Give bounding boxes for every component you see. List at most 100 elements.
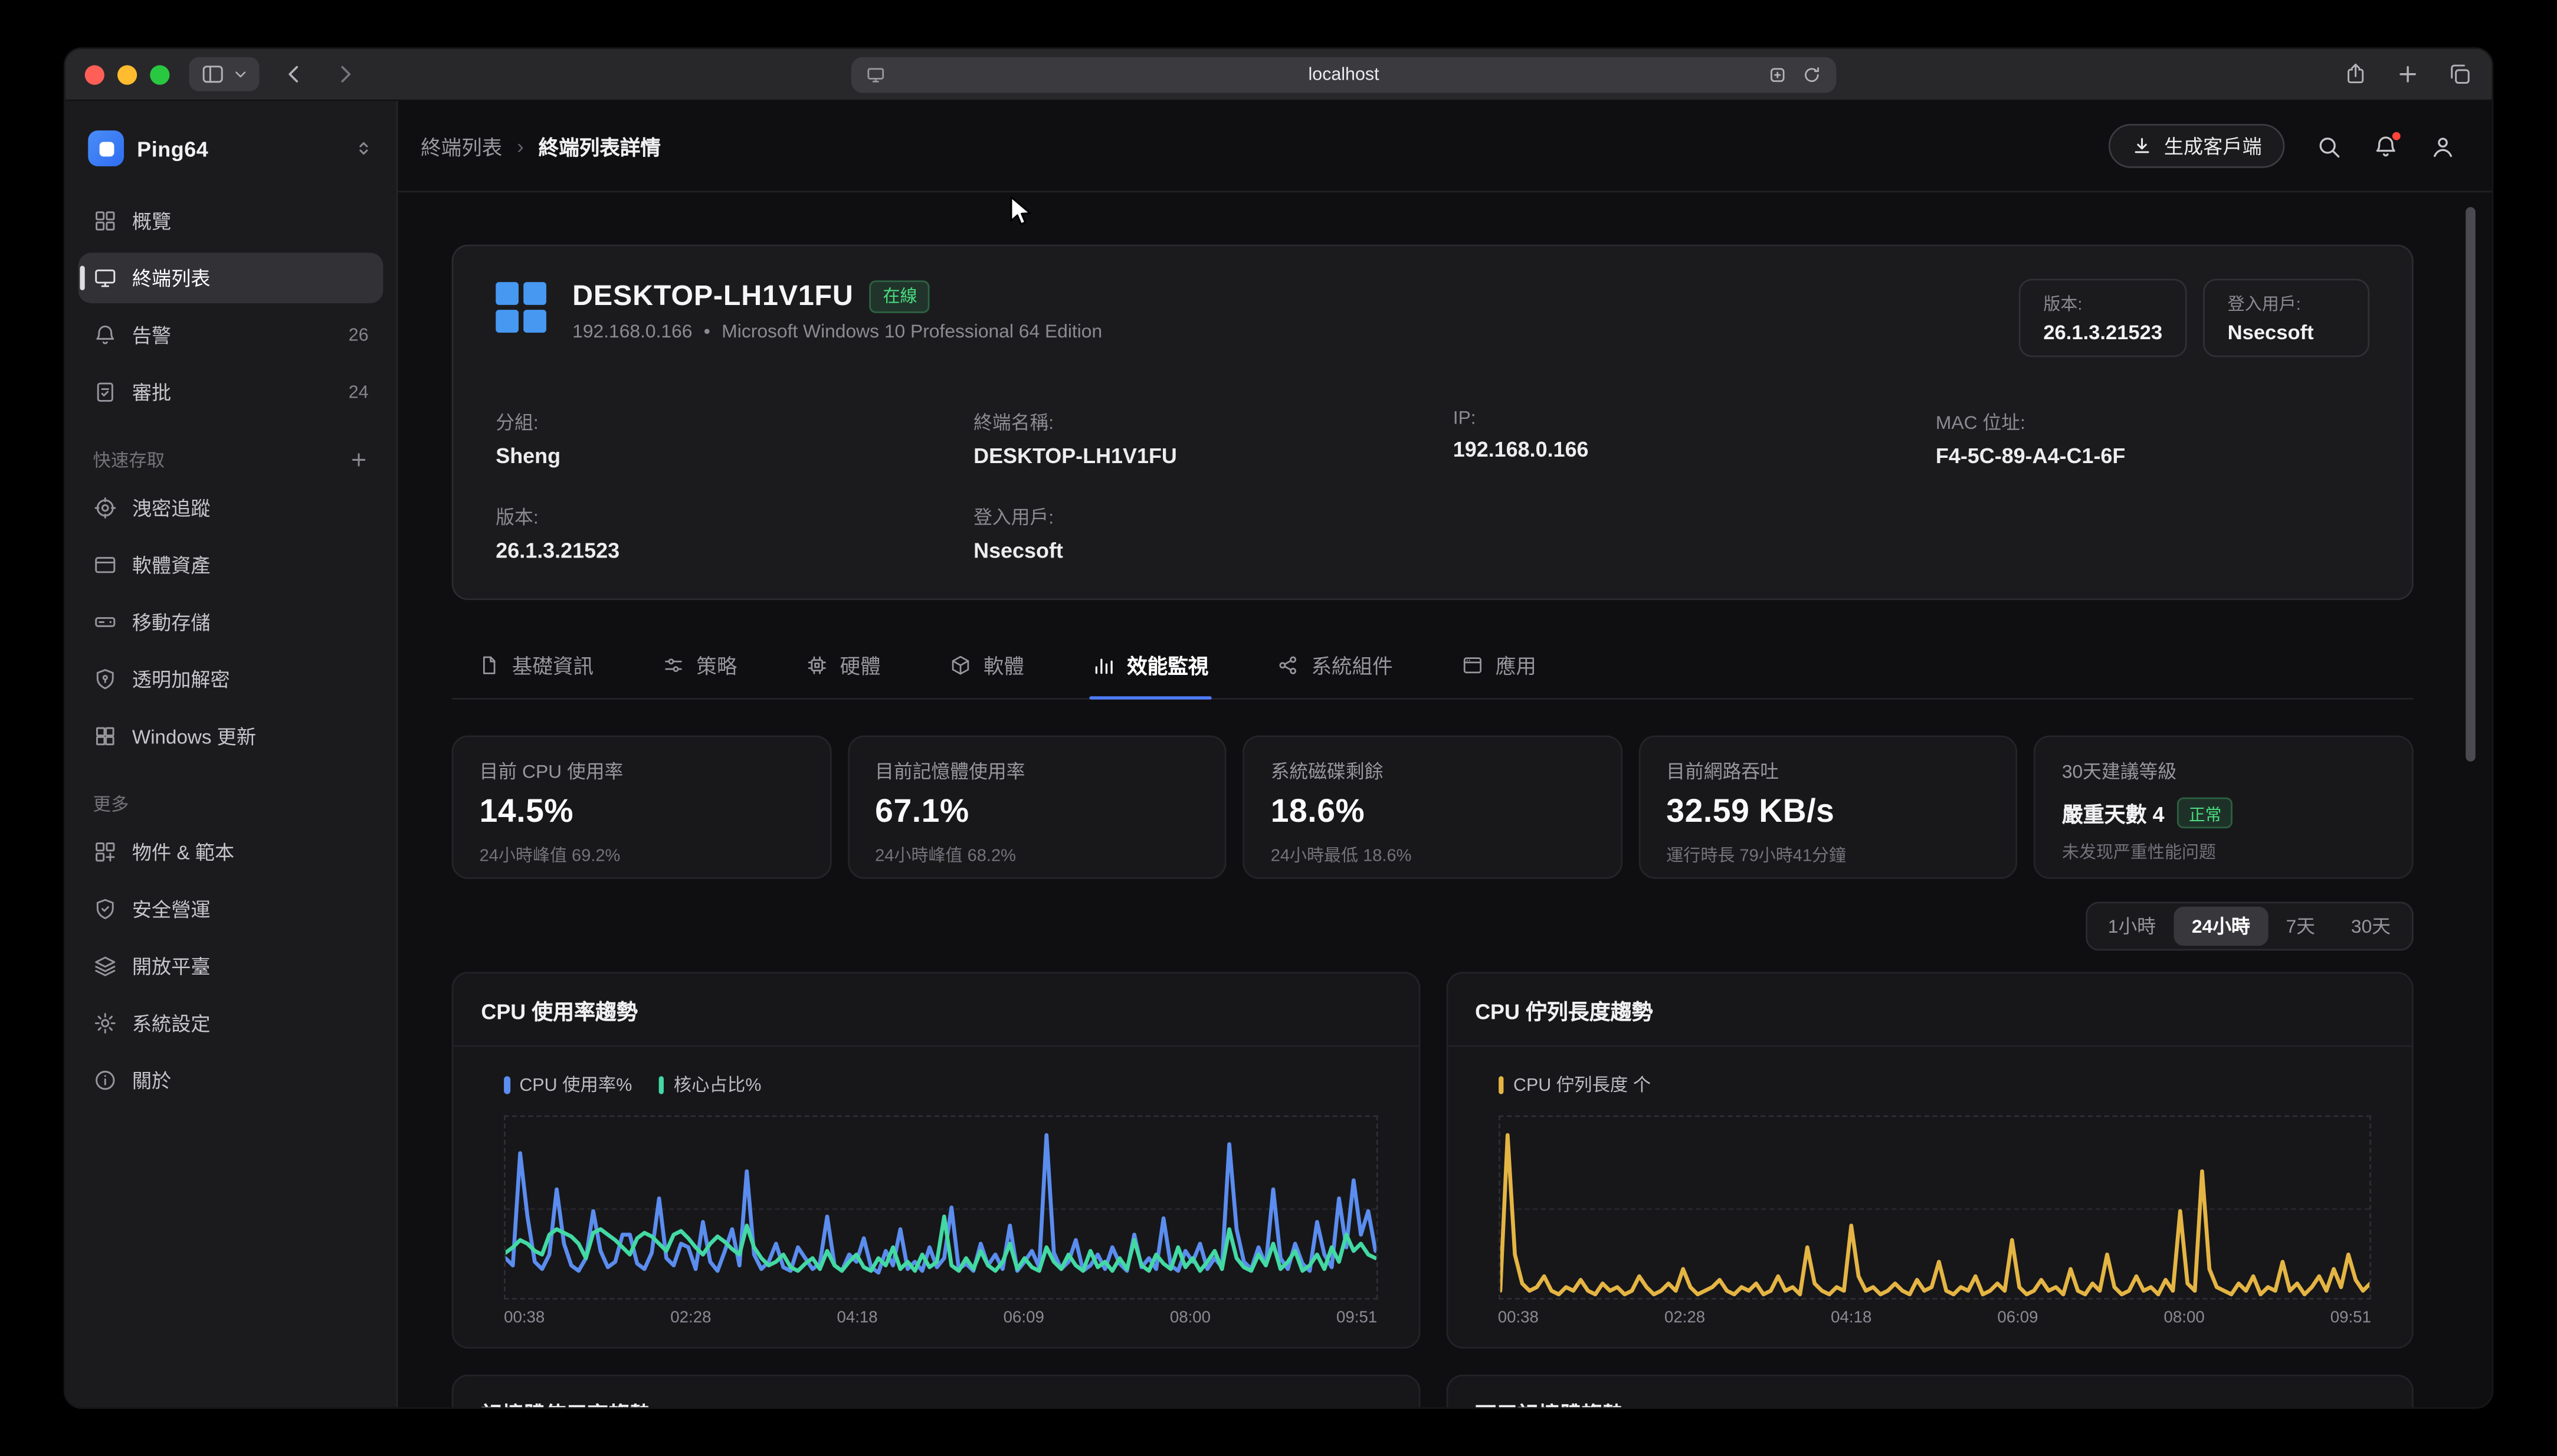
- address-bar[interactable]: localhost: [851, 56, 1836, 92]
- generate-client-button[interactable]: 生成客戶端: [2109, 124, 2285, 168]
- stat-disk-remaining: 系統磁碟剩餘 18.6% 24小時最低 18.6%: [1243, 736, 1622, 879]
- sidebar-item-leak-tracking[interactable]: 洩密追蹤: [78, 483, 383, 533]
- sidebar-item-label: 概覽: [132, 207, 171, 235]
- x-tick-label: 00:38: [504, 1310, 545, 1327]
- chevron-down-icon: [233, 67, 248, 81]
- back-button[interactable]: [282, 62, 306, 86]
- stat-cpu-usage: 目前 CPU 使用率 14.5% 24小時峰值 69.2%: [452, 736, 831, 879]
- shield-check-icon: [93, 897, 117, 921]
- sidebar-toggle-button[interactable]: [189, 57, 260, 91]
- tab-system-components[interactable]: 系統組件: [1274, 636, 1396, 698]
- range-7d-button[interactable]: 7天: [2268, 907, 2333, 946]
- legend-item-cpu-usage: CPU 使用率%: [504, 1071, 632, 1097]
- window-controls: [85, 64, 170, 84]
- tab-software[interactable]: 軟體: [946, 636, 1027, 698]
- breadcrumb: 終端列表 › 終端列表詳情: [421, 130, 661, 162]
- minimize-window-button[interactable]: [117, 64, 137, 84]
- forward-button[interactable]: [333, 62, 357, 86]
- zoom-window-button[interactable]: [150, 64, 169, 84]
- charts-row-2: 記憶體使用率趨勢 可用記憶體趨勢: [452, 1375, 2414, 1407]
- chart-title: CPU 使用率趨勢: [453, 973, 1418, 1047]
- breadcrumb-current: 終端列表詳情: [539, 130, 661, 162]
- tab-policy[interactable]: 策略: [659, 636, 740, 698]
- legend-marker: [1498, 1075, 1504, 1093]
- sidebar-item-label: 透明加解密: [132, 665, 230, 693]
- normal-status-badge: 正常: [2178, 798, 2233, 829]
- objects-plus-icon: [93, 840, 117, 864]
- plus-icon[interactable]: [349, 450, 369, 470]
- breadcrumb-parent[interactable]: 終端列表: [421, 130, 502, 162]
- device-ip: 192.168.0.166: [572, 323, 692, 342]
- titlebar-center: localhost: [373, 56, 2314, 92]
- tab-performance-monitor[interactable]: 效能監視: [1090, 636, 1212, 698]
- sidebar-section-quick-access: 快速存取: [78, 447, 383, 473]
- field-mac: MAC 位址:F4-5C-89-A4-C1-6F: [1936, 409, 2369, 468]
- sidebar-item-overview[interactable]: 概覽: [78, 196, 383, 247]
- device-fields-grid: 分組:Sheng 終端名稱:DESKTOP-LH1V1FU IP:192.168…: [496, 409, 2369, 563]
- approvals-count-badge: 24: [349, 382, 369, 402]
- cpu-queue-trend-card: CPU 佇列長度趨勢 CPU 佇列長度 个: [1445, 972, 2413, 1348]
- device-os: Microsoft Windows 10 Professional 64 Edi…: [722, 323, 1102, 342]
- sidebar-item-about[interactable]: 關於: [78, 1055, 383, 1106]
- user-menu-button[interactable]: [2430, 133, 2456, 159]
- tab-overview-icon[interactable]: [2448, 62, 2472, 86]
- cpu-usage-trend-card: CPU 使用率趨勢 CPU 使用率% 核心占比%: [452, 972, 1420, 1348]
- reload-icon[interactable]: [1802, 64, 1821, 84]
- sidebar-item-software-assets[interactable]: 軟體資產: [78, 540, 383, 591]
- document-check-icon: [93, 380, 117, 404]
- x-tick-label: 09:51: [1336, 1310, 1377, 1327]
- x-tick-label: 04:18: [1831, 1310, 1871, 1327]
- sidebar-item-label: 告警: [132, 322, 171, 349]
- new-tab-icon[interactable]: [2395, 62, 2420, 86]
- package-icon: [949, 653, 972, 676]
- search-button[interactable]: [2316, 133, 2342, 159]
- range-30d-button[interactable]: 30天: [2333, 907, 2409, 946]
- tab-applications[interactable]: 應用: [1458, 636, 1539, 698]
- workspace-switcher[interactable]: Ping64: [78, 114, 383, 182]
- tab-hardware[interactable]: 硬體: [802, 636, 884, 698]
- sidebar-item-approvals[interactable]: 審批 24: [78, 367, 383, 418]
- sidebar-item-label: 物件 & 範本: [132, 838, 234, 866]
- sidebar-item-label: 移動存儲: [132, 608, 211, 636]
- extension-icon[interactable]: [1768, 64, 1787, 84]
- field-terminal-name: 終端名稱:DESKTOP-LH1V1FU: [973, 409, 1453, 468]
- stat-memory-usage: 目前記憶體使用率 67.1% 24小時峰值 68.2%: [847, 736, 1227, 879]
- x-tick-label: 00:38: [1498, 1310, 1539, 1327]
- sidebar-item-windows-update[interactable]: Windows 更新: [78, 711, 383, 762]
- page-content: DESKTOP-LH1V1FU 在線 192.168.0.166 • Micro…: [398, 192, 2492, 1407]
- close-window-button[interactable]: [85, 64, 104, 84]
- sidebar-item-terminal-list[interactable]: 終端列表: [78, 252, 383, 303]
- sidebar-item-objects-templates[interactable]: 物件 & 範本: [78, 827, 383, 877]
- download-icon: [2132, 135, 2153, 156]
- x-tick-label: 04:18: [837, 1310, 877, 1327]
- brand-name: Ping64: [137, 136, 208, 160]
- screen: localhost: [0, 0, 2557, 1456]
- sidebar-item-transparent-encryption[interactable]: 透明加解密: [78, 654, 383, 704]
- available-memory-trend-card: 可用記憶體趨勢: [1445, 1375, 2413, 1407]
- sidebar-item-removable-storage[interactable]: 移動存儲: [78, 597, 383, 648]
- website-monitor-icon: [866, 64, 886, 84]
- sidebar-item-security-operations[interactable]: 安全營運: [78, 884, 383, 934]
- card-icon: [93, 553, 117, 577]
- gear-icon: [93, 1011, 117, 1035]
- sidebar-item-label: 終端列表: [132, 264, 211, 292]
- range-1h-button[interactable]: 1小時: [2090, 907, 2174, 946]
- notifications-button[interactable]: [2373, 133, 2399, 159]
- range-24h-button[interactable]: 24小時: [2174, 907, 2268, 946]
- target-icon: [93, 496, 117, 520]
- share-icon[interactable]: [2343, 62, 2368, 86]
- nodes-icon: [1277, 653, 1300, 676]
- sidebar-item-alerts[interactable]: 告警 26: [78, 310, 383, 360]
- x-tick-label: 08:00: [2164, 1310, 2205, 1327]
- x-tick-label: 09:51: [2330, 1310, 2371, 1327]
- vertical-scrollbar[interactable]: [2466, 207, 2476, 762]
- x-tick-label: 06:09: [1997, 1310, 2038, 1327]
- notification-dot: [2392, 132, 2401, 140]
- document-icon: [478, 653, 501, 676]
- sidebar-item-open-platform[interactable]: 開放平臺: [78, 941, 383, 992]
- info-icon: [93, 1068, 117, 1092]
- chart-legend: CPU 佇列長度 个: [1498, 1071, 2384, 1097]
- sidebar-item-system-settings[interactable]: 系統設定: [78, 998, 383, 1049]
- tab-basic-info[interactable]: 基礎資訊: [474, 636, 596, 698]
- browser-nav-buttons: [282, 62, 357, 86]
